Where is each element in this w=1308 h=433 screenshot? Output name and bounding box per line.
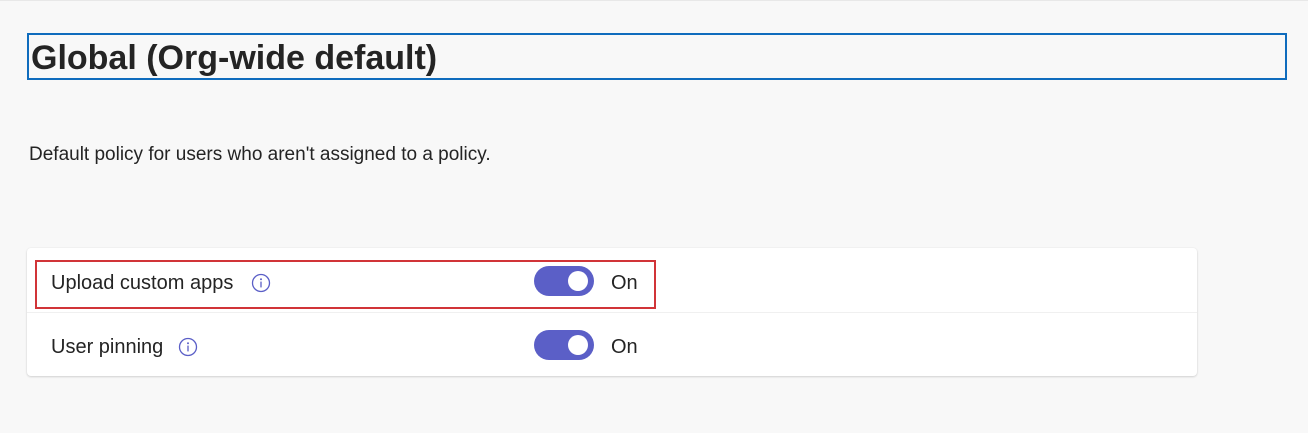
info-icon[interactable] [251, 273, 271, 293]
setting-label: Upload custom apps [51, 272, 234, 294]
settings-card: Upload custom apps On User pinning On [27, 248, 1197, 376]
policy-description: Default policy for users who aren't assi… [29, 144, 491, 165]
upload-custom-apps-toggle[interactable] [534, 266, 594, 296]
toggle-state-label: On [611, 272, 638, 294]
policy-title-field[interactable]: Global (Org-wide default) [27, 33, 1287, 80]
info-icon[interactable] [178, 337, 198, 357]
setting-label: User pinning [51, 336, 164, 358]
page-title: Global (Org-wide default) [31, 39, 438, 77]
setting-row-user-pinning: User pinning On [27, 312, 1197, 376]
toggle-knob [568, 271, 588, 291]
setting-row-upload-custom-apps: Upload custom apps On [27, 248, 1197, 313]
user-pinning-toggle[interactable] [534, 330, 594, 360]
toggle-state-label: On [611, 336, 638, 358]
toggle-knob [568, 335, 588, 355]
top-divider [0, 0, 1308, 1]
